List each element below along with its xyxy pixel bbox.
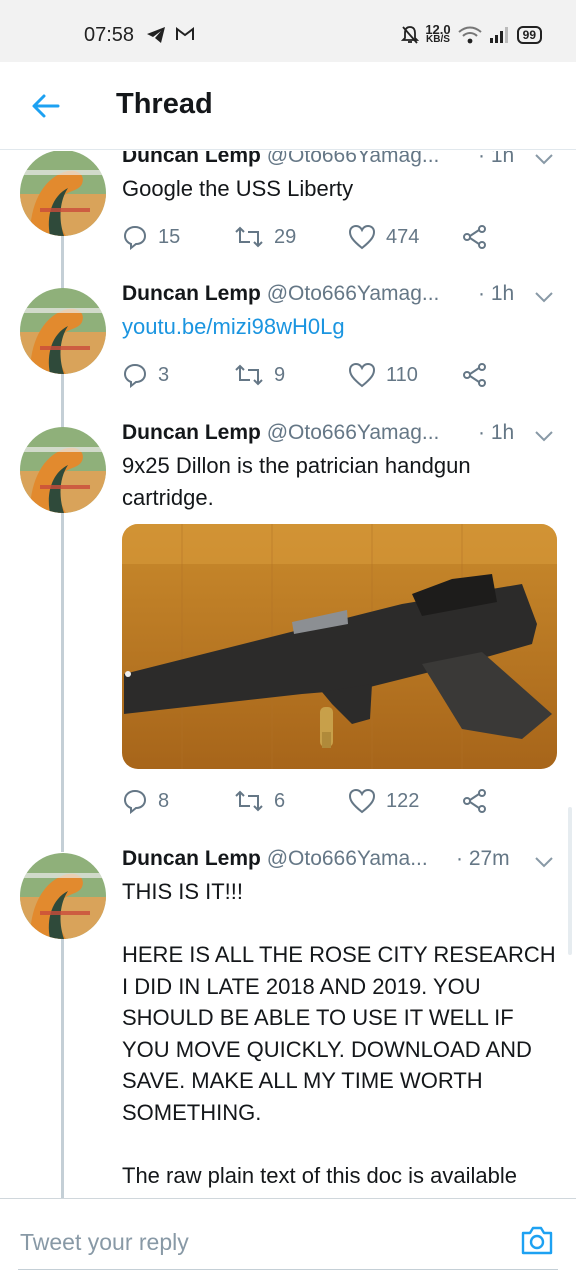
reply-icon <box>123 363 147 388</box>
reply-bar <box>0 1198 576 1280</box>
heart-icon <box>348 362 376 388</box>
reply-count: 15 <box>158 225 181 248</box>
arrow-left-icon[interactable] <box>30 90 62 122</box>
app-header: Thread <box>0 62 576 150</box>
author-name[interactable]: Duncan Lemp <box>122 151 261 167</box>
avatar-image <box>20 853 106 939</box>
tweet-paragraph: HERE IS ALL THE ROSE CITY RESEARCH I DID… <box>122 942 556 1125</box>
author-handle[interactable]: @Oto666Yama... <box>267 847 428 870</box>
tweet[interactable]: Duncan Lemp @Oto666Yamag... · 1h 9x25 Di… <box>0 415 576 825</box>
share-button[interactable] <box>462 360 488 390</box>
status-time: 07:58 <box>84 24 135 46</box>
author-handle[interactable]: @Oto666Yamag... <box>267 151 440 167</box>
author-handle[interactable]: @Oto666Yamag... <box>267 282 440 305</box>
reply-button[interactable]: 8 <box>122 786 169 816</box>
share-icon <box>463 225 486 249</box>
tweet-text: 9x25 Dillon is the patrician handgun car… <box>122 453 471 510</box>
status-bar: 07:58 12.0 KB/S 99 <box>0 0 576 62</box>
like-button[interactable]: 122 <box>348 786 419 816</box>
share-icon <box>463 363 486 387</box>
avatar[interactable] <box>20 853 106 939</box>
retweet-button[interactable]: 6 <box>234 786 285 816</box>
tweet-actions: 3 9 110 <box>122 360 502 390</box>
tweet-header: Duncan Lemp @Oto666Yamag... <box>122 421 439 445</box>
avatar[interactable] <box>20 151 106 236</box>
gmail-icon <box>176 27 194 40</box>
avatar-image <box>20 151 106 236</box>
avatar[interactable] <box>20 427 106 513</box>
chevron-down-icon[interactable] <box>534 290 554 304</box>
tweet-link[interactable]: youtu.be/mizi98wH0Lg <box>122 314 345 339</box>
tweet-text: youtu.be/mizi98wH0Lg <box>122 311 562 343</box>
avatar[interactable] <box>20 288 106 374</box>
telegram-icon <box>147 27 165 43</box>
wifi-icon <box>457 26 482 44</box>
tweet-header: Duncan Lemp @Oto666Yamag... <box>122 282 439 306</box>
camera-icon[interactable] <box>520 1224 554 1256</box>
tweet-time[interactable]: · 1h <box>478 421 514 445</box>
page-title: Thread <box>116 88 213 120</box>
like-count: 122 <box>386 789 420 812</box>
tweet-time[interactable]: · 27m <box>456 847 510 871</box>
input-underline <box>18 1269 558 1270</box>
retweet-button[interactable]: 29 <box>234 222 296 252</box>
net-speed: 12.0 KB/S <box>425 22 451 45</box>
author-name[interactable]: Duncan Lemp <box>122 847 261 870</box>
like-button[interactable]: 110 <box>348 360 418 390</box>
tweet-time[interactable]: · 1h <box>478 282 514 306</box>
tweet-header: Duncan Lemp @Oto666Yama... <box>122 847 428 871</box>
retweet-icon <box>235 226 263 248</box>
mute-icon <box>401 26 420 44</box>
tweet-text: Google the USS Liberty <box>122 176 354 201</box>
like-count: 474 <box>386 225 420 248</box>
chevron-down-icon[interactable] <box>534 855 554 869</box>
tweet[interactable]: Duncan Lemp @Oto666Yamag... · 1h Google … <box>0 151 576 268</box>
reply-icon <box>123 789 147 814</box>
chevron-down-icon[interactable] <box>534 152 554 166</box>
share-button[interactable] <box>462 786 488 816</box>
like-count: 110 <box>386 363 418 386</box>
tweet[interactable]: Duncan Lemp @Oto666Yamag... · 1h youtu.b… <box>0 276 576 406</box>
status-icons: 12.0 KB/S 99 <box>401 22 542 48</box>
reply-input[interactable] <box>0 1217 500 1267</box>
tweet-paragraph: THIS IS IT!!! <box>122 879 244 904</box>
handgun-photo <box>122 524 557 769</box>
battery-icon: 99 <box>516 26 542 44</box>
share-button[interactable] <box>462 222 488 252</box>
reply-button[interactable]: 15 <box>122 222 180 252</box>
thread-timeline[interactable]: Duncan Lemp @Oto666Yamag... · 1h Google … <box>0 151 576 1198</box>
scrollbar[interactable] <box>568 807 572 955</box>
tweet-photo[interactable] <box>122 524 557 769</box>
tweet-time[interactable]: · 1h <box>478 151 514 168</box>
retweet-icon <box>235 364 263 386</box>
heart-icon <box>348 224 376 250</box>
heart-icon <box>348 788 376 814</box>
like-button[interactable]: 474 <box>348 222 419 252</box>
tweet-actions: 8 6 122 <box>122 786 502 816</box>
tweet[interactable]: Duncan Lemp @Oto666Yama... · 27m THIS IS… <box>0 841 576 1198</box>
retweet-icon <box>235 790 263 812</box>
tweet-paragraph: The raw plain text of this doc is availa… <box>122 1162 517 1188</box>
chevron-down-icon[interactable] <box>534 429 554 443</box>
retweet-count: 29 <box>274 225 297 248</box>
tweet-actions: 15 29 474 <box>122 222 502 252</box>
author-handle[interactable]: @Oto666Yamag... <box>267 421 440 444</box>
retweet-button[interactable]: 9 <box>234 360 285 390</box>
tweet-text: THIS IS IT!!! HERE IS ALL THE ROSE CITY … <box>122 876 562 1191</box>
author-name[interactable]: Duncan Lemp <box>122 282 261 305</box>
signal-icon <box>489 27 508 43</box>
reply-icon <box>123 225 147 250</box>
reply-count: 8 <box>158 789 170 812</box>
share-icon <box>463 789 486 813</box>
retweet-count: 9 <box>274 363 286 386</box>
tweet-header: Duncan Lemp @Oto666Yamag... <box>122 151 439 168</box>
reply-button[interactable]: 3 <box>122 360 169 390</box>
avatar-image <box>20 288 106 374</box>
reply-count: 3 <box>158 363 170 386</box>
avatar-image <box>20 427 106 513</box>
retweet-count: 6 <box>274 789 286 812</box>
author-name[interactable]: Duncan Lemp <box>122 421 261 444</box>
